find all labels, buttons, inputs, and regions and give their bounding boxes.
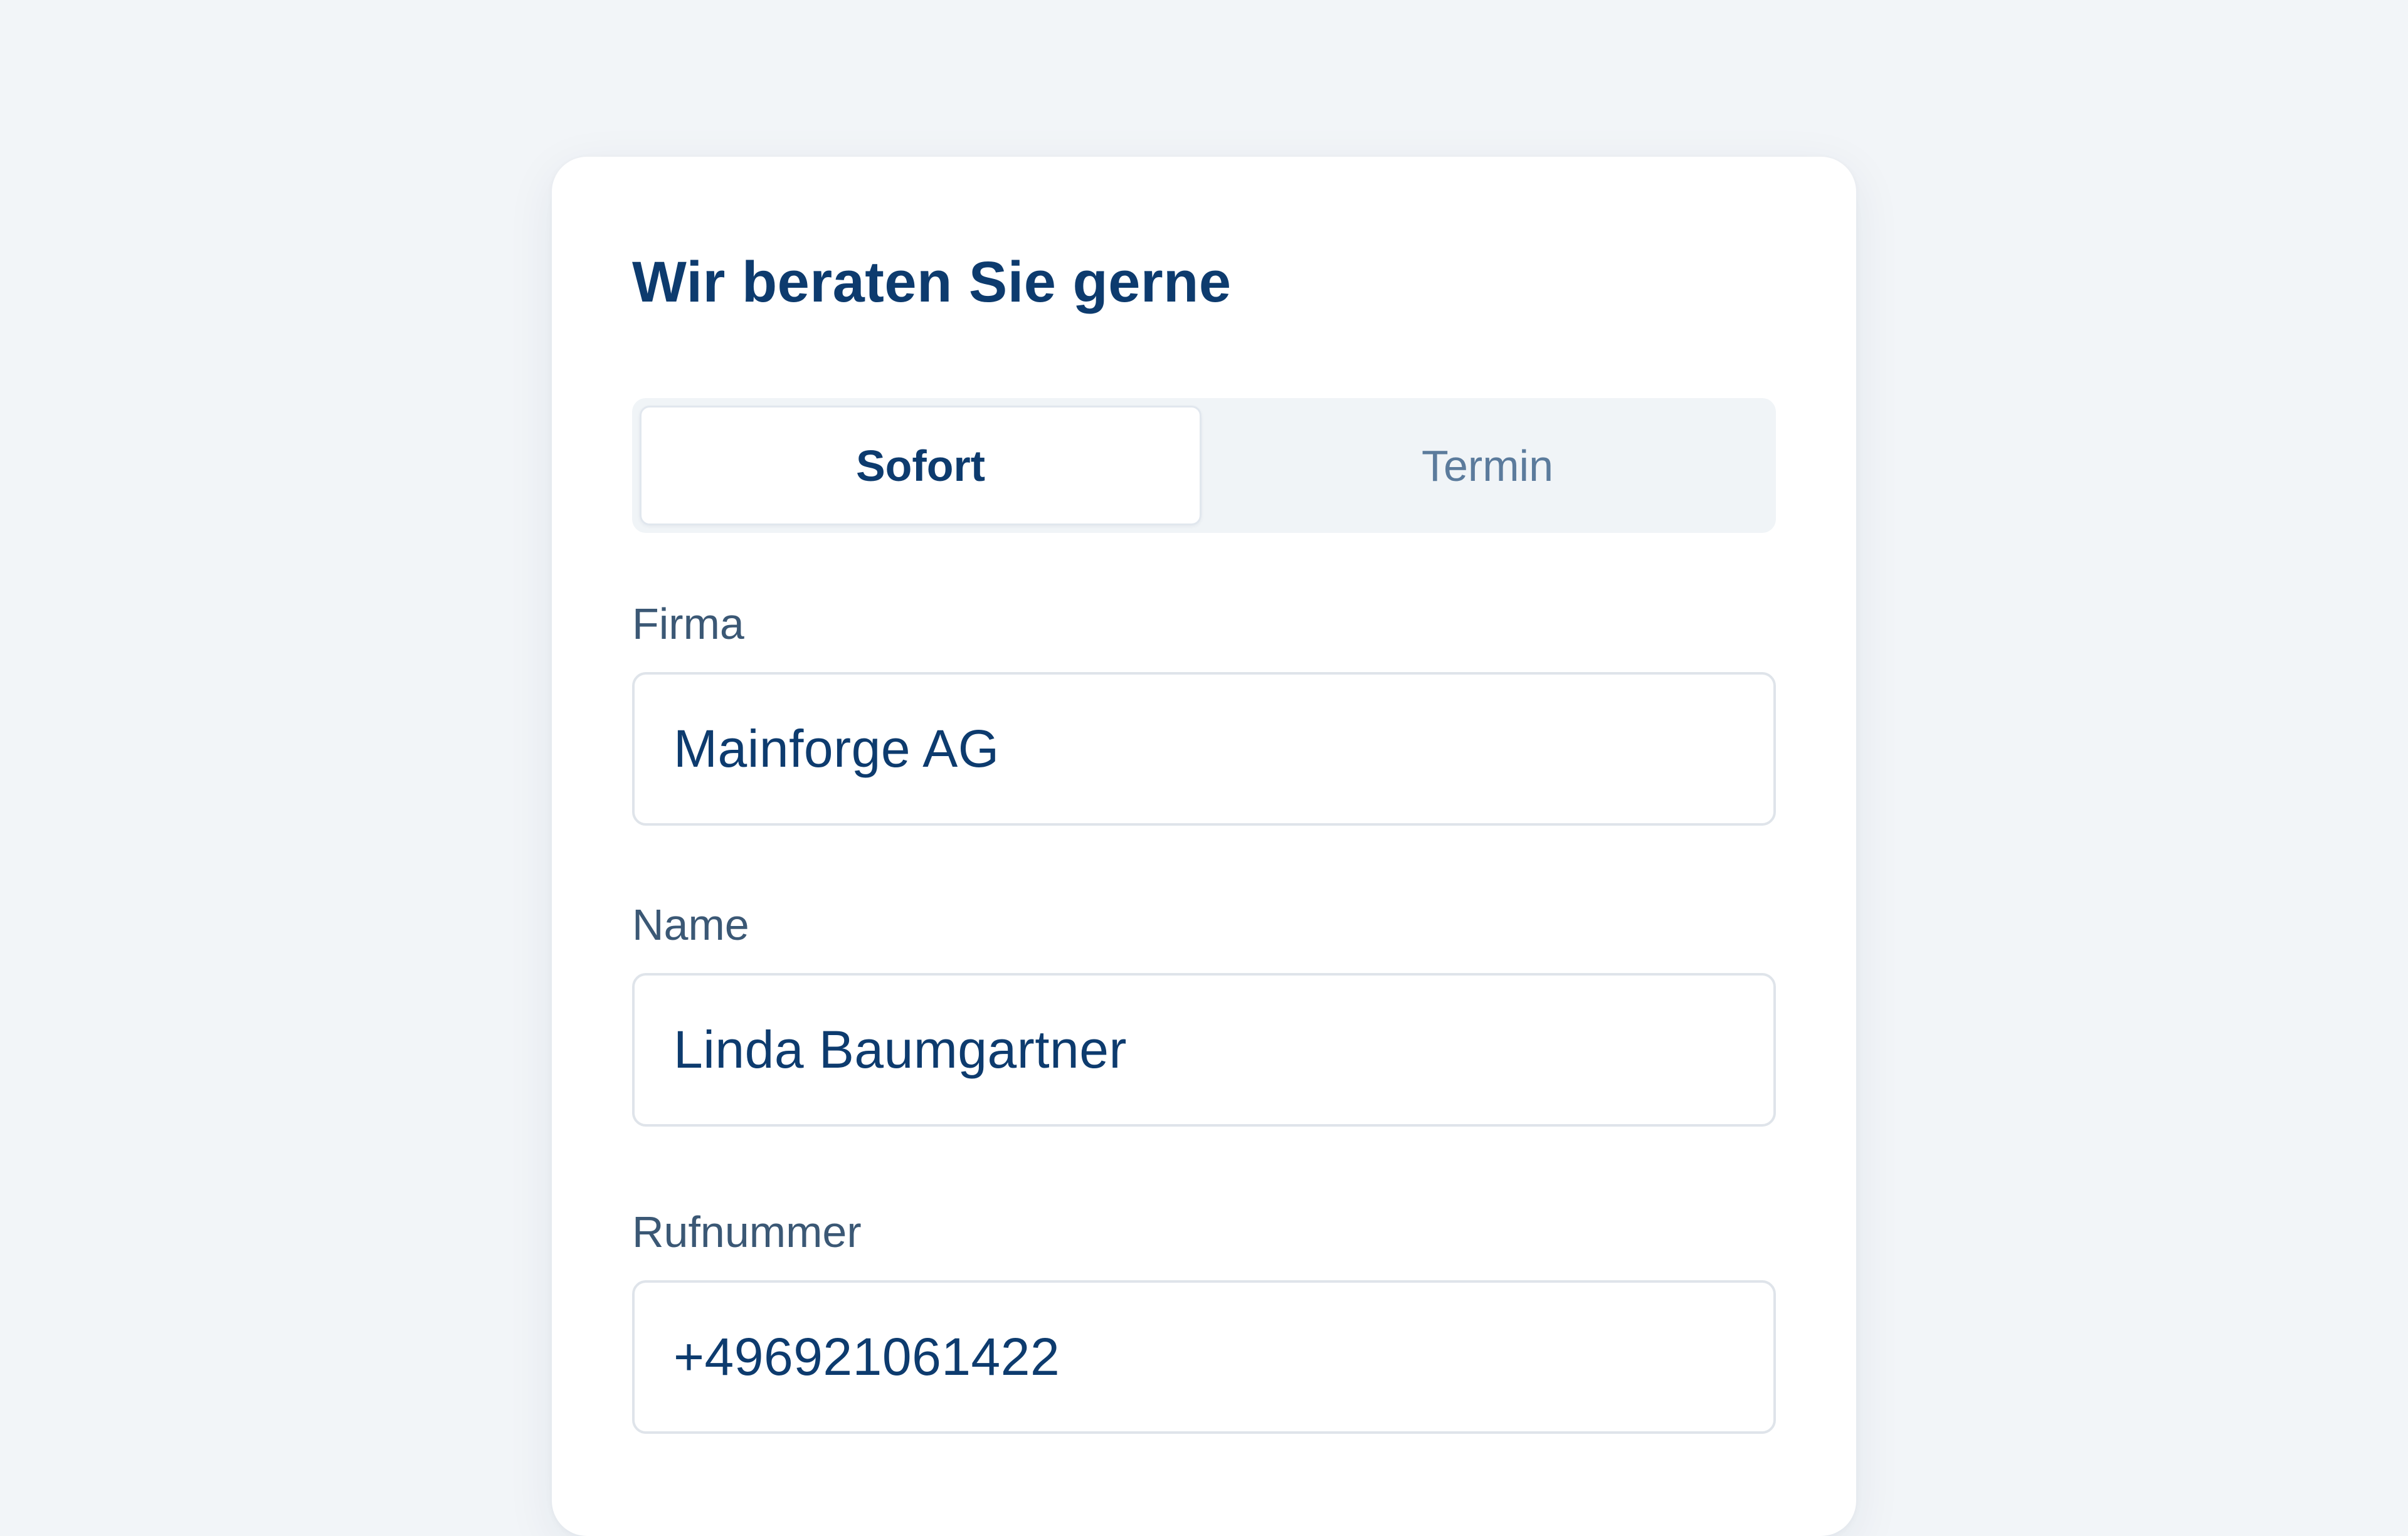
- form-title: Wir beraten Sie gerne: [632, 250, 1232, 314]
- name-input[interactable]: [635, 976, 1773, 1124]
- mode-toggle: Sofort Termin: [632, 398, 1776, 533]
- phone-field-box: [632, 1280, 1776, 1434]
- phone-input[interactable]: [635, 1283, 1773, 1431]
- company-label: Firma: [632, 599, 744, 648]
- tab-termin[interactable]: Termin: [1207, 406, 1768, 525]
- company-field-box: [632, 672, 1776, 826]
- contact-card: Wir beraten Sie gerne Sofort Termin Firm…: [552, 157, 1856, 1536]
- company-input[interactable]: [635, 675, 1773, 823]
- name-field-box: [632, 973, 1776, 1127]
- tab-sofort[interactable]: Sofort: [640, 406, 1201, 525]
- phone-label: Rufnummer: [632, 1207, 862, 1256]
- name-label: Name: [632, 900, 749, 949]
